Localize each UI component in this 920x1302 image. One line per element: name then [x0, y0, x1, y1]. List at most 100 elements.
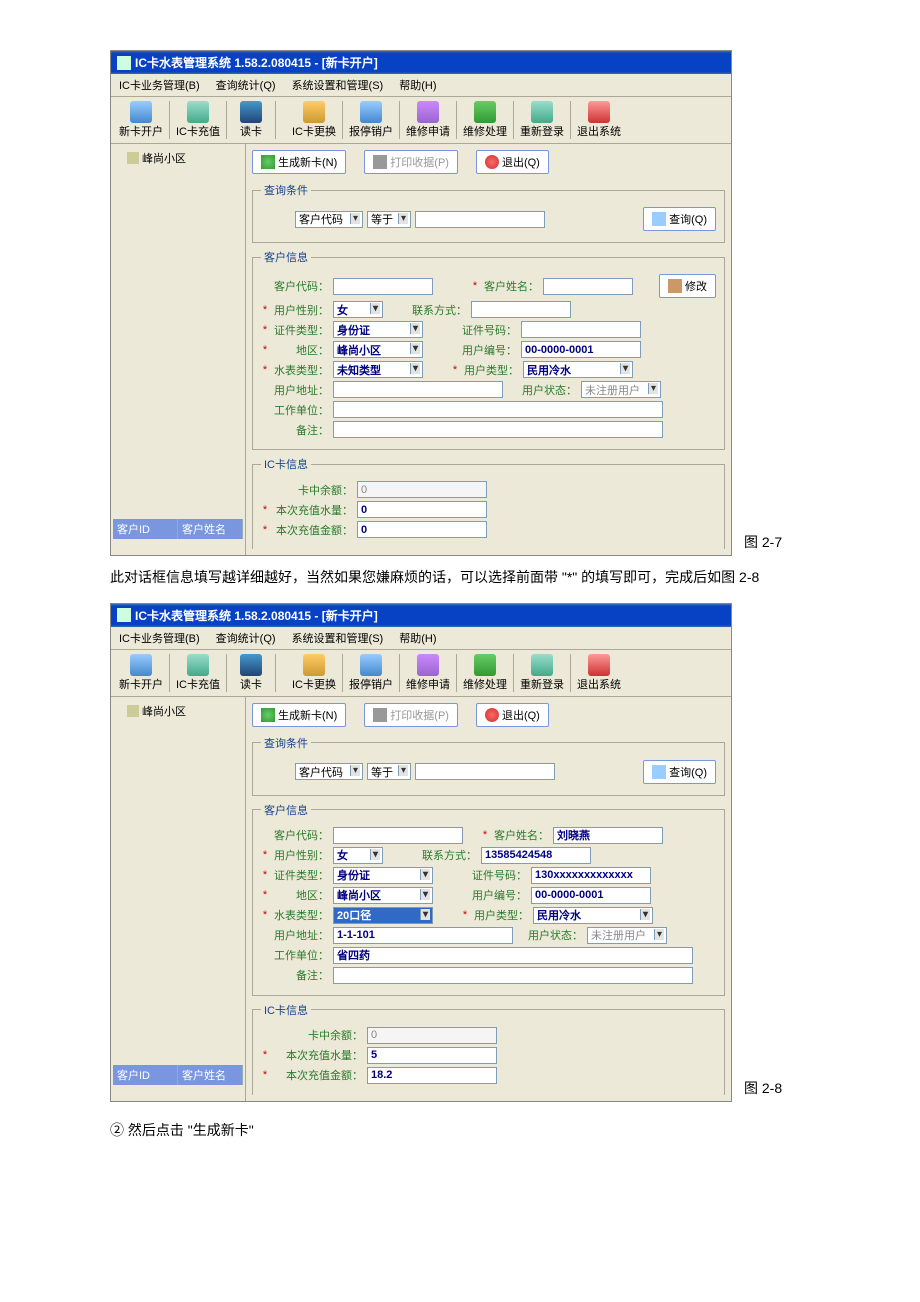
work-label-2: 工作单位： — [273, 947, 329, 963]
tool-exit-2[interactable]: 退出系统 — [571, 654, 627, 692]
print-icon — [373, 155, 387, 169]
print-receipt-button-2[interactable]: 打印收据(P) — [364, 703, 458, 727]
query-value-input-2[interactable] — [415, 763, 555, 780]
query-button[interactable]: 查询(Q) — [643, 207, 716, 231]
menu-settings[interactable]: 系统设置和管理(S) — [288, 76, 388, 94]
menu-help[interactable]: 帮助(H) — [395, 76, 440, 94]
tool-stop-2[interactable]: 报停销户 — [343, 654, 400, 692]
folder-icon — [127, 705, 139, 717]
tool-recharge[interactable]: IC卡充值 — [170, 101, 227, 139]
tool-exit[interactable]: 退出系统 — [571, 101, 627, 139]
idtype-select-2[interactable]: 身份证 — [333, 867, 433, 884]
work-input[interactable] — [333, 401, 663, 418]
exit-button-2[interactable]: 退出(Q) — [476, 703, 549, 727]
menu-query[interactable]: 查询统计(Q) — [212, 76, 280, 94]
remark-label: 备注： — [273, 422, 329, 438]
idno-input-2[interactable] — [531, 867, 651, 884]
custname-input-2[interactable] — [553, 827, 663, 844]
balance-label: 卡中余额： — [273, 482, 353, 498]
idno-input[interactable] — [521, 321, 641, 338]
tool-recharge-2[interactable]: IC卡充值 — [170, 654, 227, 692]
recharge-icon — [187, 101, 209, 123]
usertype-label-2: 用户类型： — [473, 907, 529, 923]
generate-card-button-2[interactable]: 生成新卡(N) — [252, 703, 346, 727]
userno-label: 用户编号： — [461, 342, 517, 358]
menu-settings-2[interactable]: 系统设置和管理(S) — [288, 629, 388, 647]
status-select-2[interactable]: 未注册用户 — [587, 927, 667, 944]
query-field-select-2[interactable]: 客户代码 — [295, 763, 363, 780]
userno-input-2[interactable] — [531, 887, 651, 904]
query-button-2[interactable]: 查询(Q) — [643, 760, 716, 784]
menubar: IC卡业务管理(B) 查询统计(Q) 系统设置和管理(S) 帮助(H) — [111, 74, 731, 97]
tool-change[interactable]: IC卡更换 — [286, 101, 343, 139]
metertype-select-2[interactable]: 20口径 — [333, 907, 433, 924]
exit-small-icon — [485, 708, 499, 722]
custcode-input[interactable] — [333, 278, 433, 295]
region-select-2[interactable]: 峰尚小区 — [333, 887, 433, 904]
tool-repair-req[interactable]: 维修申请 — [400, 101, 457, 139]
tree-item[interactable]: 峰尚小区 — [113, 148, 243, 168]
newcard-icon — [130, 654, 152, 676]
metertype-select[interactable]: 未知类型 — [333, 361, 423, 378]
print-receipt-button[interactable]: 打印收据(P) — [364, 150, 458, 174]
water-input-2[interactable] — [367, 1047, 497, 1064]
query-value-input[interactable] — [415, 211, 545, 228]
tool-change-2[interactable]: IC卡更换 — [286, 654, 343, 692]
remark-label-2: 备注： — [273, 967, 329, 983]
remark-input-2[interactable] — [333, 967, 693, 984]
window-title: IC卡水表管理系统 1.58.2.080415 - [新卡开户] — [135, 54, 378, 71]
gender-select-2[interactable]: 女 — [333, 847, 383, 864]
userno-input[interactable] — [521, 341, 641, 358]
contact-input[interactable] — [471, 301, 571, 318]
sidebar-2: 峰尚小区 客户ID 客户姓名 — [111, 697, 246, 1101]
water-input[interactable] — [357, 501, 487, 518]
addr-input[interactable] — [333, 381, 503, 398]
tool-repair-req-2[interactable]: 维修申请 — [400, 654, 457, 692]
repair-req-icon — [417, 654, 439, 676]
amount-input-2[interactable] — [367, 1067, 497, 1084]
tool-readcard[interactable]: 读卡 — [227, 101, 276, 139]
query-op-select-2[interactable]: 等于 — [367, 763, 411, 780]
tool-readcard-2[interactable]: 读卡 — [227, 654, 276, 692]
query-field-select[interactable]: 客户代码 — [295, 211, 363, 228]
tree-item-2[interactable]: 峰尚小区 — [113, 701, 243, 721]
tool-repair-proc-2[interactable]: 维修处理 — [457, 654, 514, 692]
tool-newcard-2[interactable]: 新卡开户 — [113, 654, 170, 692]
menu-help-2[interactable]: 帮助(H) — [395, 629, 440, 647]
region-select[interactable]: 峰尚小区 — [333, 341, 423, 358]
water-label-2: 本次充值水量： — [273, 1047, 363, 1063]
addr-label: 用户地址： — [273, 382, 329, 398]
work-input-2[interactable] — [333, 947, 693, 964]
generate-card-button[interactable]: 生成新卡(N) — [252, 150, 346, 174]
menu-biz-2[interactable]: IC卡业务管理(B) — [115, 629, 204, 647]
menu-biz[interactable]: IC卡业务管理(B) — [115, 76, 204, 94]
app-window-1: IC卡水表管理系统 1.58.2.080415 - [新卡开户] IC卡业务管理… — [110, 50, 732, 556]
balance-label-2: 卡中余额： — [273, 1027, 363, 1043]
query-op-select[interactable]: 等于 — [367, 211, 411, 228]
region-label: 地区： — [273, 342, 329, 358]
amount-input[interactable] — [357, 521, 487, 538]
usertype-select[interactable]: 民用冷水 — [523, 361, 633, 378]
gender-select[interactable]: 女 — [333, 301, 383, 318]
modify-button[interactable]: 修改 — [659, 274, 716, 298]
usertype-select-2[interactable]: 民用冷水 — [533, 907, 653, 924]
menu-query-2[interactable]: 查询统计(Q) — [212, 629, 280, 647]
figure-label-2: 图 2-8 — [744, 1078, 782, 1102]
status-select[interactable]: 未注册用户 — [581, 381, 661, 398]
custname-label: 客户姓名： — [483, 278, 539, 294]
addr-input-2[interactable] — [333, 927, 513, 944]
tool-relogin[interactable]: 重新登录 — [514, 101, 571, 139]
custname-input[interactable] — [543, 278, 633, 295]
tool-relogin-2[interactable]: 重新登录 — [514, 654, 571, 692]
tool-repair-proc[interactable]: 维修处理 — [457, 101, 514, 139]
app-icon — [117, 56, 131, 70]
tool-newcard[interactable]: 新卡开户 — [113, 101, 170, 139]
idtype-select[interactable]: 身份证 — [333, 321, 423, 338]
custcode-input-2[interactable] — [333, 827, 463, 844]
remark-input[interactable] — [333, 421, 663, 438]
exit-button[interactable]: 退出(Q) — [476, 150, 549, 174]
idtype-label-2: 证件类型： — [273, 867, 329, 883]
folder-icon — [127, 152, 139, 164]
tool-stop[interactable]: 报停销户 — [343, 101, 400, 139]
contact-input-2[interactable] — [481, 847, 591, 864]
